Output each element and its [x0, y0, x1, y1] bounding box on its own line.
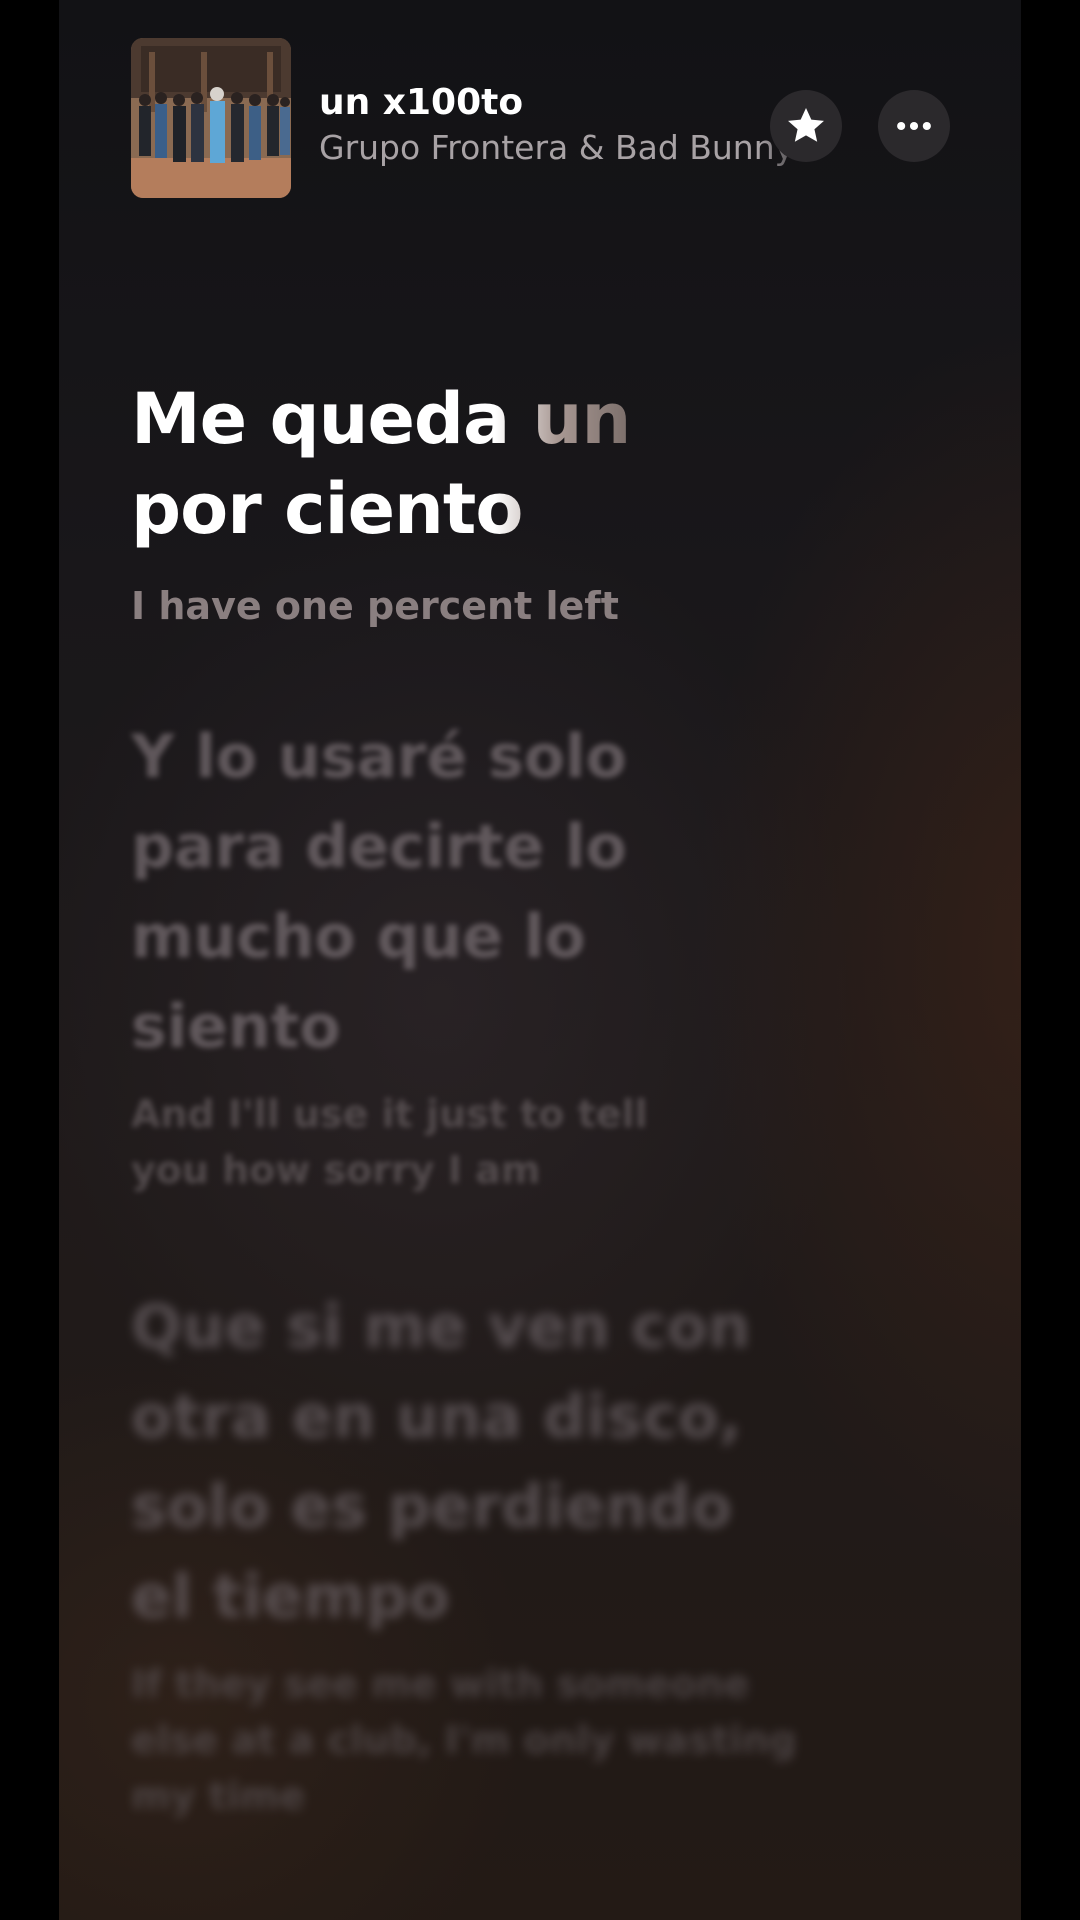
lyrics-panel: Me queda un por ciento I have one percen… [131, 374, 931, 1824]
lyric-translation: If they see me with someone else at a cl… [131, 1662, 797, 1818]
song-title: un x100to [319, 82, 524, 123]
active-lyric-block[interactable]: Me queda un por ciento I have one percen… [131, 374, 931, 628]
favorite-button[interactable] [770, 90, 842, 162]
star-icon [788, 108, 824, 142]
now-playing-header: un x100to Grupo Frontera & Bad Bunny [59, 0, 1021, 240]
lyrics-screen: un x100to Grupo Frontera & Bad Bunny Me … [59, 0, 1021, 1920]
album-artwork[interactable] [131, 38, 291, 198]
active-lyric-translation: I have one percent left [131, 584, 619, 628]
ellipsis-icon [897, 121, 931, 131]
song-artist[interactable]: Grupo Frontera & Bad Bunny [319, 128, 819, 167]
more-options-button[interactable] [878, 90, 950, 162]
active-lyric-line: Me queda un por ciento [131, 374, 651, 554]
lyric-line: Y lo usaré solo para decirte lo mucho qu… [131, 722, 627, 1062]
lyric-translation: And I'll use it just to tell you how sor… [131, 1092, 648, 1192]
lyric-block[interactable]: Y lo usaré solo para decirte lo mucho qu… [131, 712, 731, 1198]
lyric-line: Que si me ven con otra en una disco, sol… [131, 1292, 751, 1632]
lyric-block[interactable]: Que si me ven con otra en una disco, sol… [131, 1282, 811, 1824]
